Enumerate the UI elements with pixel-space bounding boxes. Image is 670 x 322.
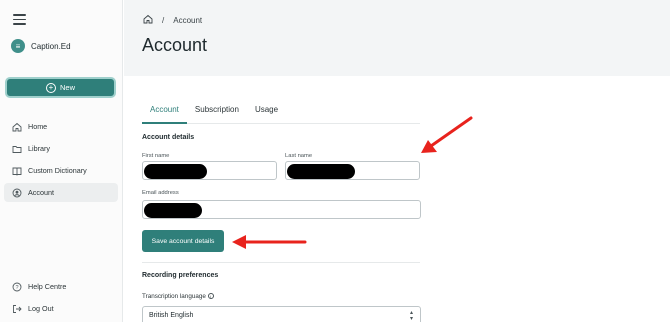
tab-usage[interactable]: Usage (247, 100, 286, 124)
logout-icon (12, 304, 22, 314)
new-button-label: New (59, 83, 75, 92)
transcription-language-text: Transcription language (142, 293, 206, 300)
home-icon (12, 122, 22, 132)
sidebar-item-label: Log Out (28, 304, 54, 313)
annotation-arrow-save (232, 235, 307, 249)
transcription-language-label: Transcription language i (142, 293, 214, 300)
page-title: Account (142, 35, 208, 55)
help-icon: ? (12, 282, 22, 292)
plus-icon: + (45, 82, 56, 93)
redaction-bar (144, 164, 207, 179)
new-button[interactable]: + New (5, 77, 116, 98)
sidebar-item-label: Custom Dictionary (28, 166, 87, 175)
sidebar-item-help-centre[interactable]: ? Help Centre (4, 277, 118, 296)
transcription-language-value: British English (149, 312, 194, 319)
menu-icon[interactable] (13, 14, 26, 26)
last-name-label: Last name (285, 153, 313, 159)
breadcrumb: / Account (143, 14, 202, 26)
chevron-updown-icon: ▴ ▾ (409, 310, 413, 322)
divider (142, 262, 420, 263)
annotation-arrow-top (421, 116, 473, 153)
sidebar-item-library[interactable]: Library (4, 139, 118, 158)
tab-bar: Account Subscription Usage (142, 100, 420, 124)
tab-subscription[interactable]: Subscription (187, 100, 247, 124)
book-icon (12, 166, 22, 176)
sidebar-item-log-out[interactable]: Log Out (4, 299, 118, 318)
brand[interactable]: ≡ Caption.Ed (11, 39, 71, 53)
sidebar-item-label: Account (28, 188, 54, 197)
breadcrumb-current: Account (173, 15, 203, 25)
sidebar-item-label: Help Centre (28, 282, 67, 291)
sidebar: ≡ Caption.Ed + New Home Library Custom D… (0, 0, 123, 322)
transcription-language-select[interactable]: British English ▴ ▾ (142, 306, 421, 322)
recording-preferences-title: Recording preferences (142, 272, 219, 279)
redaction-bar (144, 203, 202, 218)
info-icon[interactable]: i (207, 293, 214, 300)
first-name-label: First name (142, 153, 170, 159)
sidebar-item-account[interactable]: Account (4, 183, 118, 202)
email-label: Email address (142, 190, 179, 196)
sidebar-item-home[interactable]: Home (4, 117, 118, 136)
account-details-title: Account details (142, 134, 195, 141)
sidebar-item-label: Home (28, 122, 48, 131)
redaction-bar (287, 164, 355, 179)
breadcrumb-separator: / (162, 15, 165, 25)
brand-logo-icon: ≡ (11, 39, 25, 53)
folder-icon (12, 144, 22, 154)
sidebar-item-custom-dictionary[interactable]: Custom Dictionary (4, 161, 118, 180)
tab-account[interactable]: Account (142, 100, 187, 124)
brand-name: Caption.Ed (31, 41, 71, 51)
svg-text:?: ? (15, 285, 18, 291)
save-account-details-button[interactable]: Save account details (142, 230, 224, 252)
sidebar-item-label: Library (28, 144, 50, 153)
account-icon (12, 188, 22, 198)
home-icon[interactable] (143, 14, 153, 26)
